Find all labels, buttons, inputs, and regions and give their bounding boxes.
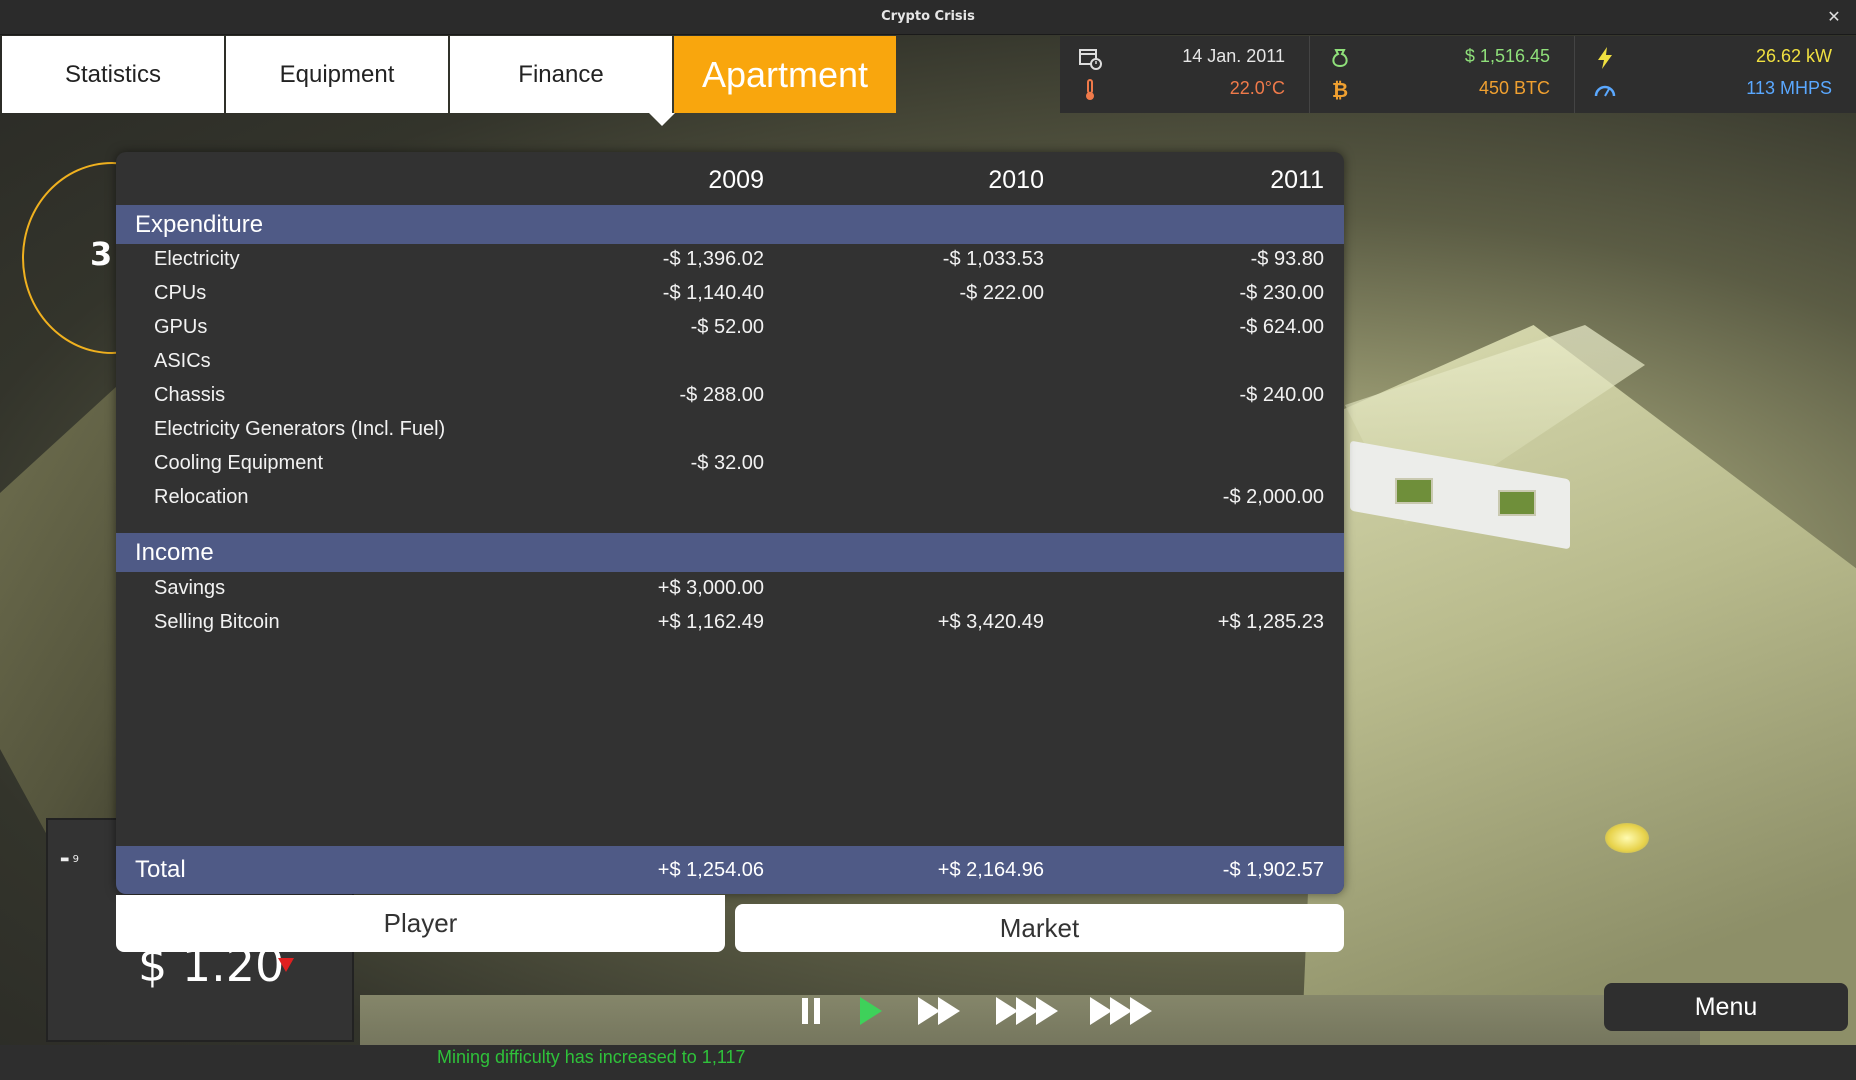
row-value-2009: -$ 32.00 [690, 452, 764, 474]
row-value-2009: +$ 3,000.00 [657, 577, 764, 599]
tab-apartment[interactable]: Apartment [674, 36, 896, 113]
status-bar [0, 1045, 1856, 1080]
menu-button[interactable]: Menu [1604, 983, 1848, 1031]
total-value-2010: +$ 2,164.96 [937, 859, 1044, 881]
title-bar: Crypto Crisis ✕ [0, 0, 1856, 35]
bitcoin-icon: ₿ [1331, 78, 1349, 102]
table-row: Savings +$ 3,000.00 [116, 573, 1344, 607]
table-row: Chassis -$ 288.00 -$ 240.00 [116, 380, 1344, 414]
table-row: Selling Bitcoin +$ 1,162.49 +$ 3,420.49 … [116, 607, 1344, 641]
stats-date-group: 14 Jan. 2011 22.0°C [1060, 36, 1310, 113]
stats-power-group: 26.62 kW 113 MHPS [1575, 36, 1856, 113]
machine-icon: ▬ [60, 854, 73, 865]
stat-date: 14 Jan. 2011 [1182, 46, 1285, 66]
game-window: Crypto Crisis ✕ 3 ▬ 9 $ 1.20 Statistics … [0, 0, 1856, 1080]
row-value-2010: -$ 1,033.53 [942, 248, 1044, 270]
row-value-2010: -$ 222.00 [959, 282, 1044, 304]
row-value-2011: -$ 230.00 [1239, 282, 1324, 304]
section-income: Income [116, 533, 1344, 572]
main-tabs: Statistics Equipment Finance Apartment [2, 36, 898, 113]
year-header-2011: 2011 [1270, 166, 1324, 194]
row-name: Chassis [154, 384, 226, 406]
row-value-2009: -$ 52.00 [690, 316, 764, 338]
table-row: CPUs -$ 1,140.40 -$ 222.00 -$ 230.00 [116, 278, 1344, 312]
row-value-2011: -$ 2,000.00 [1222, 486, 1324, 508]
row-value-2011: +$ 1,285.23 [1217, 611, 1324, 633]
table-row: ASICs [116, 346, 1344, 380]
progress-ring-value: 3 [90, 235, 113, 273]
thermometer-icon [1078, 78, 1102, 102]
row-value-2009: +$ 1,162.49 [657, 611, 764, 633]
table-row: Electricity Generators (Incl. Fuel) [116, 414, 1344, 448]
stat-money: $ 1,516.45 [1464, 46, 1550, 66]
machine-label: ▬ 9 [60, 854, 80, 865]
row-value-2011: -$ 240.00 [1239, 384, 1324, 406]
row-name: Savings [154, 577, 226, 599]
row-value-2009: -$ 288.00 [679, 384, 764, 406]
row-name: Cooling Equipment [154, 452, 323, 474]
floor-lamp [1605, 823, 1649, 853]
fast-forward-icon[interactable] [918, 990, 964, 1030]
fastest-forward-icon[interactable] [1090, 990, 1156, 1030]
money-bag-icon [1328, 46, 1352, 70]
total-row: Total +$ 1,254.06 +$ 2,164.96 -$ 1,902.5… [116, 846, 1344, 894]
stat-hashrate: 113 MHPS [1746, 78, 1832, 98]
lightning-icon [1593, 46, 1617, 70]
window-title: Crypto Crisis [881, 9, 975, 24]
calendar-clock-icon [1078, 46, 1102, 70]
section-expenditure: Expenditure [116, 205, 1344, 244]
year-header-2010: 2010 [988, 166, 1044, 194]
speedometer-icon [1593, 78, 1617, 102]
stats-money-group: $ 1,516.45 ₿ 450 BTC [1310, 36, 1575, 113]
play-icon[interactable] [858, 990, 884, 1030]
stats-panel: 14 Jan. 2011 22.0°C $ 1,516.45 ₿ 450 BTC… [1060, 36, 1856, 113]
mining-board[interactable] [1395, 478, 1433, 504]
row-name: GPUs [154, 316, 208, 338]
stat-power: 26.62 kW [1755, 46, 1832, 66]
stat-temperature: 22.0°C [1229, 78, 1285, 98]
year-header-2009: 2009 [708, 166, 764, 194]
row-value-2009: -$ 1,396.02 [662, 248, 764, 270]
tab-pointer [649, 113, 675, 126]
finance-panel: 2009 2010 2011 Expenditure Electricity -… [116, 152, 1344, 894]
row-name: Relocation [154, 486, 249, 508]
table-row: GPUs -$ 52.00 -$ 624.00 [116, 312, 1344, 346]
row-name: Electricity Generators (Incl. Fuel) [154, 418, 446, 440]
price-down-icon [278, 958, 294, 972]
tab-equipment[interactable]: Equipment [226, 36, 448, 113]
row-name: ASICs [154, 350, 211, 372]
table-row: Electricity -$ 1,396.02 -$ 1,033.53 -$ 9… [116, 244, 1344, 278]
player-button[interactable]: Player [116, 895, 725, 952]
stat-btc: 450 BTC [1478, 78, 1550, 98]
row-value-2011: -$ 624.00 [1239, 316, 1324, 338]
row-value-2009: -$ 1,140.40 [662, 282, 764, 304]
mining-board[interactable] [1498, 490, 1536, 516]
row-value-2011: -$ 93.80 [1250, 248, 1324, 270]
row-value-2010: +$ 3,420.49 [937, 611, 1044, 633]
pause-icon[interactable] [800, 990, 824, 1030]
faster-forward-icon[interactable] [996, 990, 1062, 1030]
table-row: Cooling Equipment -$ 32.00 [116, 448, 1344, 482]
table-row: Relocation -$ 2,000.00 [116, 482, 1344, 516]
row-name: CPUs [154, 282, 207, 304]
total-value-2011: -$ 1,902.57 [1222, 859, 1324, 881]
row-name: Electricity [154, 248, 240, 270]
status-message: Mining difficulty has increased to 1,117 [437, 1047, 746, 1067]
total-label: Total [135, 856, 186, 883]
row-name: Selling Bitcoin [154, 611, 280, 633]
tab-statistics[interactable]: Statistics [2, 36, 224, 113]
total-value-2009: +$ 1,254.06 [657, 859, 764, 881]
tab-finance[interactable]: Finance [450, 36, 672, 113]
close-icon[interactable]: ✕ [1824, 7, 1844, 27]
market-button[interactable]: Market [735, 904, 1344, 952]
